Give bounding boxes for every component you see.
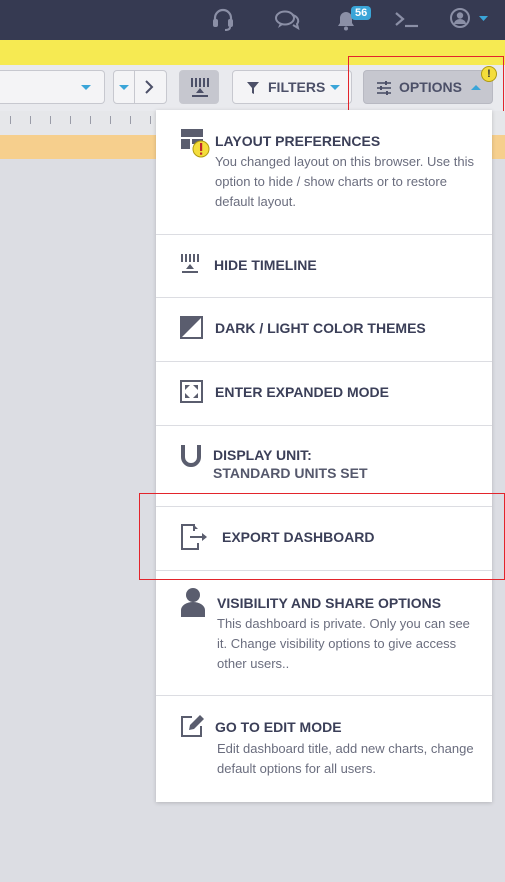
menu-item-layout-preferences[interactable]: LAYOUT PREFERENCES You changed layout on… [156,110,492,235]
headset-icon[interactable] [208,6,238,32]
menu-item-visibility[interactable]: VISIBILITY AND SHARE OPTIONS This dashbo… [156,571,492,696]
notification-count-badge: 56 [351,6,372,20]
period-select[interactable] [113,70,167,104]
menu-item-edit-mode[interactable]: GO TO EDIT MODE Edit dashboard title, ad… [156,696,492,802]
chevron-down-icon [330,85,340,90]
user-menu-icon[interactable] [447,6,493,32]
menu-item-title: VISIBILITY AND SHARE OPTIONS [217,595,442,611]
chevron-down-icon [119,85,129,90]
menu-item-subtitle: STANDARD UNITS SET [213,465,368,481]
options-highlight-box [348,56,504,118]
menu-item-title: LAYOUT PREFERENCES [215,133,381,149]
export-highlight-box [139,493,505,580]
menu-item-title: DARK / LIGHT COLOR THEMES [215,320,426,336]
menu-item-description: Edit dashboard title, add new charts, ch… [217,741,474,776]
chat-icon[interactable] [272,6,302,32]
chevron-down-icon [81,85,91,90]
menu-item-title: HIDE TIMELINE [214,257,317,273]
dashboard-select[interactable] [0,70,105,104]
layout-icon [181,129,210,158]
unit-magnet-icon [181,445,201,467]
expand-icon [180,380,203,403]
menu-item-hide-timeline[interactable]: HIDE TIMELINE [156,235,492,298]
menu-item-title: ENTER EXPANDED MODE [215,384,389,400]
menu-item-title: DISPLAY UNIT: [213,447,312,463]
timeline-toggle-button[interactable] [179,70,219,104]
filter-icon [247,82,259,94]
top-navigation-bar: 56 [0,0,505,40]
timeline-icon [191,78,209,97]
menu-item-color-themes[interactable]: DARK / LIGHT COLOR THEMES [156,298,492,362]
menu-item-expanded-mode[interactable]: ENTER EXPANDED MODE [156,362,492,426]
options-menu: LAYOUT PREFERENCES You changed layout on… [156,110,492,802]
edit-icon [181,715,204,737]
menu-item-description: You changed layout on this browser. Use … [215,154,474,209]
chevron-right-icon[interactable] [144,80,154,94]
user-icon [181,588,205,617]
filters-label: FILTERS [268,79,326,95]
menu-item-description: This dashboard is private. Only you can … [217,616,470,671]
terminal-icon[interactable] [392,6,422,32]
menu-item-title: GO TO EDIT MODE [215,719,342,735]
theme-contrast-icon [180,316,203,339]
timeline-icon [181,254,199,273]
filters-button[interactable]: FILTERS [232,70,352,104]
